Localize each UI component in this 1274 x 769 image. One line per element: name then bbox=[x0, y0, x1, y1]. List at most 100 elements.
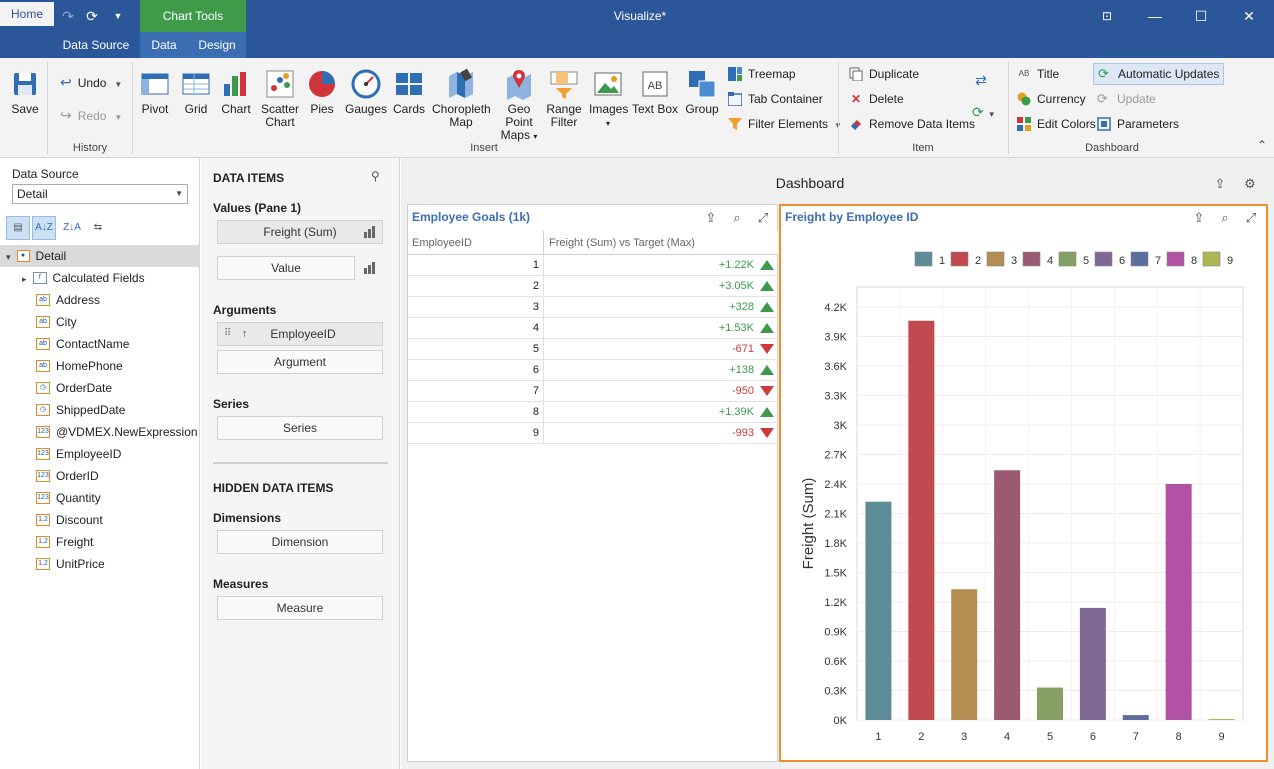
currency-button[interactable]: Currency bbox=[1017, 89, 1086, 109]
chart-button[interactable]: Chart bbox=[218, 64, 254, 116]
legend-swatch bbox=[1094, 251, 1113, 267]
scatter-chart-button[interactable]: Scatter Chart bbox=[258, 64, 302, 129]
parameters-panel-icon[interactable]: ⚙ bbox=[1242, 176, 1258, 192]
drag-handle-icon[interactable]: ⠿ bbox=[224, 323, 231, 345]
save-button[interactable]: Save bbox=[4, 64, 46, 116]
gauges-button[interactable]: Gauges bbox=[344, 64, 388, 116]
filter-elements-button[interactable]: Filter Elements▼ bbox=[728, 114, 842, 134]
maximize-item-icon[interactable]: ⤢ bbox=[755, 210, 771, 226]
bar-chart: 0K 0.3K 0.6K 0.9K 1.2K 1.5K 1.8K 2.1K 2.4K 2.7K 3K… bbox=[800, 251, 1244, 743]
field-item[interactable]: ab City bbox=[24, 311, 200, 333]
field-item[interactable]: 1,2 UnitPrice bbox=[24, 553, 200, 575]
tab-container-button[interactable]: Tab Container bbox=[727, 89, 823, 109]
value-item-freight[interactable]: Freight (Sum) bbox=[217, 220, 383, 244]
column-header-freight-vs-target[interactable]: Freight (Sum) vs Target (Max) bbox=[545, 231, 778, 255]
delete-button[interactable]: ✕ Delete bbox=[849, 89, 904, 109]
refresh-field-list-icon[interactable]: ⇆ bbox=[86, 216, 110, 240]
sort-ascending-icon[interactable]: A↓Z bbox=[32, 216, 56, 240]
bar-chart-type-icon[interactable] bbox=[364, 226, 376, 241]
range-filter-button[interactable]: Range Filter bbox=[543, 64, 585, 129]
text-box-button[interactable]: AB Text Box bbox=[631, 64, 679, 116]
ribbon-display-options-icon[interactable]: ⊡ bbox=[1084, 0, 1130, 32]
move-icon[interactable]: ⇄ bbox=[972, 72, 990, 90]
duplicate-button[interactable]: Duplicate bbox=[849, 64, 919, 84]
choropleth-map-button[interactable]: Choropleth Map bbox=[432, 64, 491, 129]
data-items-options-icon[interactable]: ⚲ bbox=[371, 169, 380, 183]
tree-root-detail[interactable]: ▾ ● Detail bbox=[0, 245, 200, 267]
group-button[interactable]: Group bbox=[683, 64, 721, 116]
legend-swatch bbox=[950, 251, 969, 267]
geo-point-maps-button[interactable]: Geo Point Maps ▾ bbox=[493, 64, 545, 143]
field-item[interactable]: ab ContactName bbox=[24, 333, 200, 355]
treemap-button[interactable]: Treemap bbox=[728, 64, 796, 84]
argument-item-employeeid[interactable]: ⠿ ↑ EmployeeID bbox=[217, 322, 383, 346]
table-row[interactable]: 9 -993 bbox=[408, 423, 778, 444]
tab-data[interactable]: Data bbox=[140, 32, 188, 58]
update-button[interactable]: ⟳ Update bbox=[1097, 89, 1156, 109]
sort-up-icon[interactable]: ↑ bbox=[242, 323, 248, 345]
inspect-data-icon[interactable]: ⌕ bbox=[1217, 210, 1233, 226]
tab-design[interactable]: Design bbox=[188, 32, 246, 58]
table-row[interactable]: 6 +138 bbox=[408, 360, 778, 381]
field-item[interactable]: 1,2 Freight bbox=[24, 531, 200, 553]
sort-descending-icon[interactable]: Z↓A bbox=[60, 216, 84, 240]
redo-button[interactable]: ↪ Redo ▼ bbox=[60, 105, 122, 125]
remove-data-items-button[interactable]: Remove Data Items bbox=[849, 114, 975, 134]
collapse-ribbon-icon[interactable]: ⌃ bbox=[1257, 138, 1267, 152]
argument-placeholder[interactable]: Argument bbox=[217, 350, 383, 374]
edit-colors-button[interactable]: Edit Colors bbox=[1017, 114, 1096, 134]
table-row[interactable]: 5 -671 bbox=[408, 339, 778, 360]
undo-button[interactable]: ↩ Undo ▼ bbox=[60, 72, 122, 92]
series-placeholder[interactable]: Series bbox=[217, 416, 383, 440]
delta-cell: +1.39K bbox=[545, 402, 778, 423]
pivot-button[interactable]: Pivot bbox=[136, 64, 174, 116]
export-icon[interactable]: ⇪ bbox=[703, 210, 719, 226]
field-item[interactable]: 1,2 Discount bbox=[24, 509, 200, 531]
table-row[interactable]: 7 -950 bbox=[408, 381, 778, 402]
field-item[interactable]: 123 @VDMEX.NewExpression bbox=[24, 421, 200, 443]
field-item[interactable]: 123 EmployeeID bbox=[24, 443, 200, 465]
measure-placeholder[interactable]: Measure bbox=[217, 596, 383, 620]
field-item[interactable]: ◷ ShippedDate bbox=[24, 399, 200, 421]
calculated-fields-node[interactable]: ▸ f Calculated Fields bbox=[22, 267, 200, 289]
data-source-select[interactable]: Detail ▼ bbox=[12, 184, 188, 204]
value-placeholder[interactable]: Value bbox=[217, 256, 355, 280]
field-item[interactable]: 123 Quantity bbox=[24, 487, 200, 509]
inspect-data-icon[interactable]: ⌕ bbox=[729, 210, 745, 226]
column-header-employeeid[interactable]: EmployeeID bbox=[408, 231, 544, 255]
cards-button[interactable]: Cards bbox=[390, 64, 428, 116]
field-item[interactable]: ◷ OrderDate bbox=[24, 377, 200, 399]
table-row[interactable]: 4 +1.53K bbox=[408, 318, 778, 339]
chevron-down-icon: ▼ bbox=[175, 189, 183, 198]
title-button[interactable]: AB Title bbox=[1017, 64, 1060, 84]
parameters-button[interactable]: Parameters bbox=[1097, 114, 1179, 134]
images-button[interactable]: Images ▾ bbox=[589, 64, 628, 130]
dimension-placeholder[interactable]: Dimension bbox=[217, 530, 383, 554]
field-item[interactable]: ab HomePhone bbox=[24, 355, 200, 377]
close-icon[interactable]: ✕ bbox=[1226, 0, 1272, 32]
bar-4 bbox=[994, 470, 1021, 720]
convert-to-icon[interactable]: ⟳ ▼ bbox=[972, 104, 1000, 122]
automatic-updates-toggle[interactable]: ⟳ Automatic Updates bbox=[1093, 63, 1225, 85]
grid-button[interactable]: Grid bbox=[178, 64, 214, 116]
redo-quick-icon[interactable]: ↷ bbox=[57, 5, 79, 27]
bar-chart-type-icon[interactable] bbox=[364, 262, 376, 277]
tab-data-source[interactable]: Data Source bbox=[58, 32, 134, 58]
maximize-item-icon[interactable]: ⤢ bbox=[1243, 210, 1259, 226]
group-by-type-icon[interactable]: ▤ bbox=[6, 216, 30, 240]
export-icon[interactable]: ⇪ bbox=[1212, 176, 1228, 192]
quick-access-dropdown-icon[interactable]: ▼ bbox=[107, 5, 129, 27]
field-item[interactable]: 123 OrderID bbox=[24, 465, 200, 487]
pies-button[interactable]: Pies bbox=[304, 64, 340, 116]
employee-id-cell: 2 bbox=[408, 276, 544, 297]
field-item[interactable]: ab Address bbox=[24, 289, 200, 311]
table-row[interactable]: 8 +1.39K bbox=[408, 402, 778, 423]
customize-quick-icon[interactable]: ⟳ bbox=[81, 5, 103, 27]
tab-home[interactable]: Home bbox=[0, 2, 54, 26]
maximize-icon[interactable]: ☐ bbox=[1178, 0, 1224, 32]
table-row[interactable]: 1 +1.22K bbox=[408, 255, 778, 276]
table-row[interactable]: 2 +3.05K bbox=[408, 276, 778, 297]
table-row[interactable]: 3 +328 bbox=[408, 297, 778, 318]
minimize-icon[interactable]: — bbox=[1132, 0, 1178, 32]
export-icon[interactable]: ⇪ bbox=[1191, 210, 1207, 226]
